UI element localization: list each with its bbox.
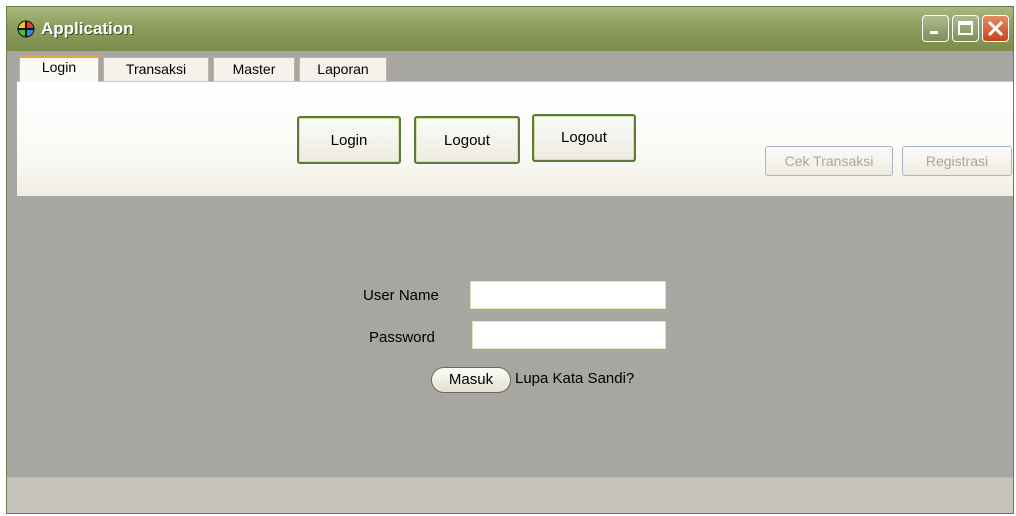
application-window: Application Login Transaksi Master Lapor… [6,6,1014,514]
tab-laporan[interactable]: Laporan [299,57,387,81]
logout-button-2[interactable]: Logout [532,114,636,162]
close-icon [987,20,1004,37]
login-tab-panel: Login Logout Logout Cek Transaksi Regist… [17,81,1013,196]
title-bar[interactable]: Application [7,7,1013,51]
minimize-icon [930,31,938,34]
status-bar [7,477,1013,513]
registrasi-button[interactable]: Registrasi [902,146,1012,176]
minimize-button[interactable] [922,15,949,42]
tab-master[interactable]: Master [213,57,295,81]
tab-login[interactable]: Login [19,55,99,82]
password-label: Password [369,329,435,346]
app-icon [17,20,35,38]
login-button[interactable]: Login [297,116,401,164]
forgot-password-link[interactable]: Lupa Kata Sandi? [515,370,634,387]
username-label: User Name [363,287,439,304]
username-field[interactable] [470,281,666,309]
cek-transaksi-button[interactable]: Cek Transaksi [765,146,893,176]
logout-button[interactable]: Logout [414,116,520,164]
tab-transaksi[interactable]: Transaksi [103,57,209,81]
window-title: Application [41,19,134,38]
masuk-button[interactable]: Masuk [431,367,511,393]
maximize-icon [958,21,973,35]
close-button[interactable] [982,15,1009,42]
maximize-button[interactable] [952,15,979,42]
password-field[interactable] [472,321,666,349]
